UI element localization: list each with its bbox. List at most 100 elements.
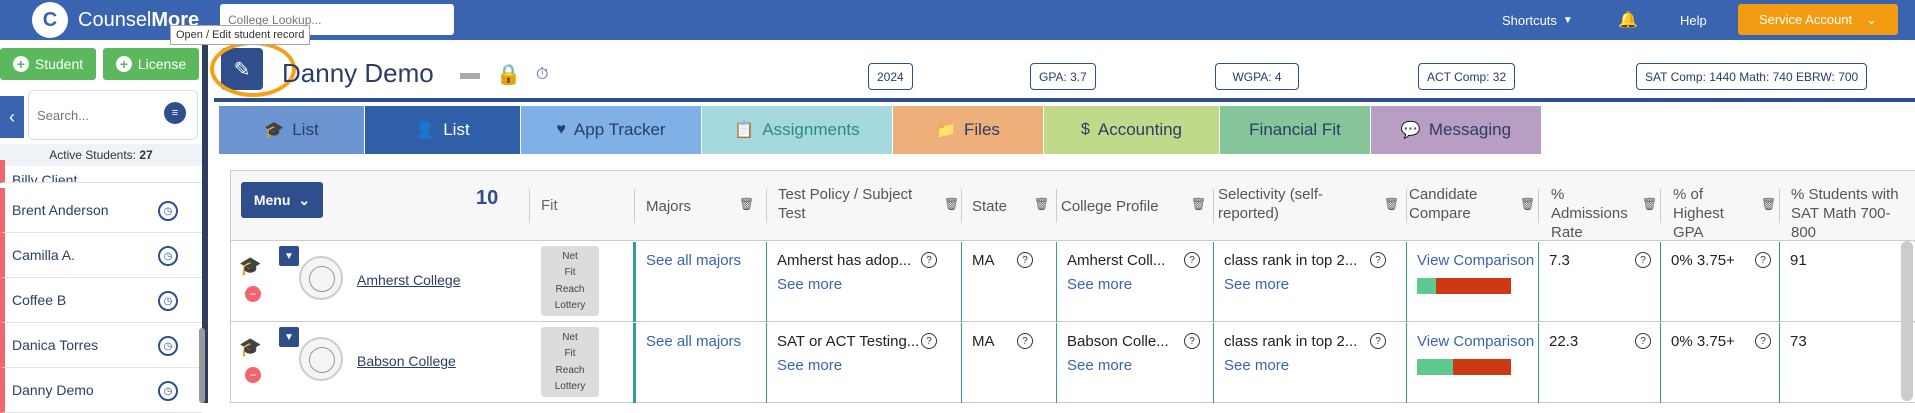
- see-more-link[interactable]: See more: [1224, 357, 1289, 374]
- see-all-majors-link[interactable]: See all majors: [646, 333, 741, 350]
- sat-math-text: 73: [1790, 333, 1807, 350]
- trash-icon[interactable]: 🗑: [1520, 197, 1535, 211]
- info-icon[interactable]: ?: [1755, 333, 1771, 349]
- info-icon[interactable]: ?: [1635, 333, 1651, 349]
- lock-icon[interactable]: 🔒: [496, 62, 521, 87]
- collapse-sidebar-button[interactable]: ‹: [0, 96, 24, 138]
- tab-files[interactable]: 📁 Files: [893, 106, 1043, 154]
- column-header-state[interactable]: State: [972, 197, 1007, 216]
- column-header-sat-math[interactable]: % Students with SAT Math 700-800: [1791, 185, 1906, 242]
- trash-icon[interactable]: 🗑: [1034, 197, 1049, 211]
- fit-option[interactable]: Reach: [556, 365, 585, 376]
- tab-assignments[interactable]: 📋 Assignments: [702, 106, 892, 154]
- sat-badge: SAT Comp: 1440 Math: 740 EBRW: 700: [1636, 63, 1868, 90]
- remove-icon[interactable]: −: [245, 367, 261, 383]
- student-list-item[interactable]: Danica Torres ◷: [0, 323, 202, 368]
- see-more-link[interactable]: See more: [1067, 276, 1132, 293]
- tab-label: Messaging: [1428, 120, 1512, 139]
- student-sidebar: + Student + License ‹ ≡ Active Students:…: [0, 40, 208, 413]
- tab-student-list[interactable]: 👤 List: [365, 106, 520, 154]
- info-icon[interactable]: ?: [1017, 333, 1033, 349]
- info-icon[interactable]: ?: [1017, 252, 1033, 268]
- cell-majors: See all majors: [633, 242, 767, 322]
- see-all-majors-link[interactable]: See all majors: [646, 252, 741, 269]
- student-list-item[interactable]: Billy Client: [0, 160, 202, 183]
- filter-icon[interactable]: ≡: [164, 102, 186, 124]
- comparison-bar-red: [1452, 359, 1511, 375]
- info-icon[interactable]: ?: [1370, 333, 1386, 349]
- student-list-item[interactable]: Coffee B ◷: [0, 278, 202, 323]
- see-more-link[interactable]: See more: [1067, 357, 1132, 374]
- see-more-link[interactable]: See more: [1224, 276, 1289, 293]
- fit-option[interactable]: Net: [562, 332, 578, 343]
- graduation-cap-icon[interactable]: 🎓: [239, 337, 261, 358]
- fit-option[interactable]: Reach: [556, 284, 585, 295]
- trash-icon[interactable]: 🗑: [1761, 197, 1776, 211]
- clock-icon[interactable]: ◷: [158, 246, 178, 266]
- tab-messaging[interactable]: 💬 Messaging: [1371, 106, 1541, 154]
- chevron-down-icon[interactable]: ▼: [279, 327, 299, 347]
- info-icon[interactable]: ?: [1184, 252, 1200, 268]
- remove-icon[interactable]: −: [245, 286, 261, 302]
- column-header-admissions-rate[interactable]: % Admissions Rate: [1551, 185, 1636, 242]
- divider: [634, 189, 635, 223]
- column-header-highest-gpa[interactable]: % of Highest GPA: [1673, 185, 1738, 242]
- trash-icon[interactable]: 🗑: [1384, 197, 1399, 211]
- add-student-button[interactable]: + Student: [0, 48, 96, 80]
- chevron-down-icon[interactable]: ▼: [279, 246, 299, 266]
- cell-college-profile: Babson Colle... ? See more: [1056, 323, 1213, 403]
- fit-option[interactable]: Fit: [564, 267, 575, 278]
- add-license-button[interactable]: + License: [103, 48, 199, 80]
- college-name-link[interactable]: Amherst College: [357, 272, 461, 288]
- view-comparison-link[interactable]: View Comparison: [1417, 252, 1534, 269]
- trash-icon[interactable]: 🗑: [944, 197, 959, 211]
- fit-selector[interactable]: Net Fit Reach Lottery: [541, 327, 599, 397]
- fit-option[interactable]: Net: [562, 251, 578, 262]
- table-scrollbar[interactable]: [1901, 241, 1913, 401]
- help-link[interactable]: Help: [1680, 0, 1707, 40]
- column-header-candidate-compare[interactable]: Candidate Compare: [1409, 185, 1499, 223]
- student-list-item[interactable]: Camilla A. ◷: [0, 233, 202, 278]
- column-header-test-policy[interactable]: Test Policy / Subject Test: [778, 185, 918, 223]
- tab-accounting[interactable]: $ Accounting: [1044, 106, 1219, 154]
- divider: [1538, 189, 1539, 223]
- clock-icon[interactable]: ◷: [158, 381, 178, 401]
- fit-option[interactable]: Fit: [564, 348, 575, 359]
- tab-college-list[interactable]: 🎓 List: [219, 106, 364, 154]
- info-icon[interactable]: ?: [1184, 333, 1200, 349]
- service-account-button[interactable]: Service Account ⌄: [1738, 4, 1898, 35]
- see-more-link[interactable]: See more: [777, 276, 842, 293]
- fit-option[interactable]: Lottery: [555, 300, 586, 311]
- stopwatch-icon[interactable]: ⏱: [536, 66, 548, 84]
- trash-icon[interactable]: 🗑: [1191, 197, 1206, 211]
- sidebar-scrollbar[interactable]: [199, 328, 205, 403]
- view-comparison-link[interactable]: View Comparison: [1417, 333, 1534, 350]
- info-icon[interactable]: ?: [1755, 252, 1771, 268]
- shortcuts-menu[interactable]: Shortcuts ▼: [1502, 0, 1573, 40]
- student-list-item[interactable]: Brent Anderson ◷: [0, 188, 202, 233]
- clock-icon[interactable]: ◷: [158, 201, 178, 221]
- college-profile-text: Babson Colle...: [1067, 333, 1169, 350]
- trash-icon[interactable]: 🗑: [739, 197, 754, 211]
- info-icon[interactable]: ?: [1370, 252, 1386, 268]
- column-header-selectivity[interactable]: Selectivity (self-reported): [1218, 185, 1358, 223]
- student-list-item[interactable]: Danny Demo ◷: [0, 368, 202, 413]
- see-more-link[interactable]: See more: [777, 357, 842, 374]
- clock-icon[interactable]: ◷: [158, 336, 178, 356]
- trash-icon[interactable]: 🗑: [1642, 197, 1657, 211]
- column-header-college-profile[interactable]: College Profile: [1061, 197, 1159, 216]
- fit-selector[interactable]: Net Fit Reach Lottery: [541, 246, 599, 316]
- fit-option[interactable]: Lottery: [555, 381, 586, 392]
- graduation-cap-icon[interactable]: 🎓: [239, 256, 261, 277]
- tab-app-tracker[interactable]: ♥ App Tracker: [521, 106, 701, 154]
- info-icon[interactable]: ?: [921, 252, 937, 268]
- info-icon[interactable]: ?: [1635, 252, 1651, 268]
- bell-icon[interactable]: 🔔: [1618, 0, 1638, 40]
- folder-icon[interactable]: ▬: [460, 62, 480, 85]
- college-name-link[interactable]: Babson College: [357, 353, 456, 369]
- tab-financial-fit[interactable]: Financial Fit: [1220, 106, 1370, 154]
- clock-icon[interactable]: ◷: [158, 291, 178, 311]
- info-icon[interactable]: ?: [921, 333, 937, 349]
- column-header-majors[interactable]: Majors: [646, 197, 691, 216]
- menu-button[interactable]: Menu ⌄: [241, 182, 323, 218]
